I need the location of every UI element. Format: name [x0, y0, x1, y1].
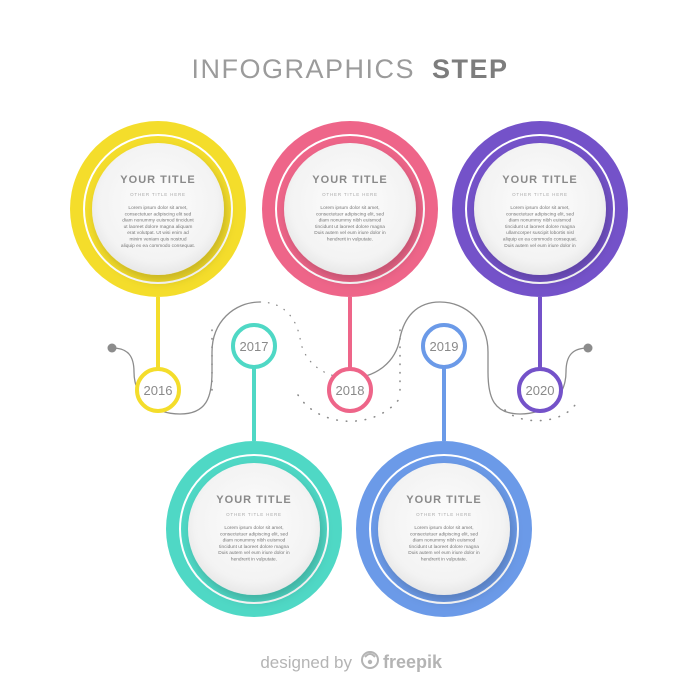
- step-body-line: aliquip ex ea commodo consequat.: [503, 237, 577, 243]
- designed-by-text: designed by: [260, 653, 352, 672]
- year-label: 2018: [336, 383, 365, 398]
- step-body-line: consectetuer adipiscing elit, sed: [506, 211, 574, 217]
- step-body-line: Lorem ipsum dolor sit amet,: [414, 525, 473, 531]
- step-title: YOUR TITLE: [120, 174, 195, 186]
- step-body-line: consectetuer adipiscing elit, sed: [316, 211, 384, 217]
- step-body-line: Lorem ipsum dolor sit amet,: [510, 205, 569, 211]
- step-3: YOUR TITLE OTHER TITLE HERE Lorem ipsum do…: [262, 121, 438, 413]
- step-body-line: tincidunt ut laoreet dolore magna: [409, 544, 479, 550]
- timeline-end-dot: [583, 343, 593, 353]
- step-body-line: Lorem ipsum dolor sit amet,: [128, 205, 187, 211]
- step-body-line: Duis autem vel eum iriure dolor in: [218, 550, 290, 556]
- step-body-line: erat volutpat. Ut wisi enim ad: [127, 230, 189, 236]
- step-body-line: ut laoreet dolore magna aliquam: [124, 224, 193, 230]
- step-body-line: ullamcorper suscipit lobortis nisl: [506, 230, 574, 236]
- step-body-line: diam nonummy nibh euismod: [413, 538, 476, 544]
- step-body-line: minim veniam quis nostrud: [129, 237, 186, 243]
- step-body-line: tincidunt ut laoreet dolore magna: [505, 224, 575, 230]
- step-body-line: aliquip ex ea commodo consequat.: [121, 243, 195, 249]
- infographic-canvas: INFOGRAPHICS STEP YOUR TITLE OTHER TITLE …: [70, 54, 628, 672]
- step-body-line: Duis autem vel eum iriure dolor in: [408, 550, 480, 556]
- timeline-start-dot: [107, 343, 117, 353]
- year-label: 2016: [144, 383, 173, 398]
- step-subtitle: OTHER TITLE HERE: [322, 192, 378, 197]
- step-body-line: diam nonummy nibh euismod: [223, 538, 286, 544]
- step-body-line: consectetuer adipiscing elit sed: [125, 211, 192, 217]
- step-body-line: diam nonummy nibh euismod: [509, 218, 572, 224]
- step-1: YOUR TITLE OTHER TITLE HERE Lorem ipsum do…: [70, 121, 246, 413]
- step-body-line: consectetuer adipiscing elit, sed: [410, 531, 478, 537]
- step-subtitle: OTHER TITLE HERE: [130, 192, 186, 197]
- step-body-line: hendrerit in vulputate.: [231, 557, 277, 563]
- step-body-line: tincidunt ut laoreet dolore magna: [219, 544, 289, 550]
- step-title: YOUR TITLE: [406, 494, 481, 506]
- step-body-line: hendrerit in vulputate.: [421, 557, 467, 563]
- step-4: YOUR TITLE OTHER TITLE HERE Lorem ipsum do…: [356, 323, 532, 617]
- step-2: YOUR TITLE OTHER TITLE HERE Lorem ipsum do…: [166, 323, 342, 617]
- title-light: INFOGRAPHICS: [191, 54, 415, 84]
- year-label: 2017: [240, 339, 269, 354]
- step-body-line: diam nonummy nibh euismod: [319, 218, 382, 224]
- title-bold: STEP: [432, 54, 509, 84]
- year-label: 2019: [430, 339, 459, 354]
- step-title: YOUR TITLE: [216, 494, 291, 506]
- step-title: YOUR TITLE: [502, 174, 577, 186]
- step-title: YOUR TITLE: [312, 174, 387, 186]
- step-subtitle: OTHER TITLE HERE: [416, 512, 472, 517]
- step-body-line: Duis autem vel eum iriure dolor in: [504, 243, 576, 249]
- step-body-line: consectetuer adipiscing elit, sed: [220, 531, 288, 537]
- step-body-line: tincidunt ut laoreet dolore magna: [315, 224, 385, 230]
- step-5: YOUR TITLE OTHER TITLE HERE Lorem ipsum do…: [452, 121, 628, 413]
- step-subtitle: OTHER TITLE HERE: [512, 192, 568, 197]
- step-body-line: Lorem ipsum dolor sit amet,: [320, 205, 379, 211]
- step-body-line: hendrerit in vulputate.: [327, 237, 373, 243]
- step-body-line: diam nonummy euismod tincidunt: [122, 218, 194, 224]
- footer-credit: designed by freepik: [260, 651, 443, 672]
- step-body-line: Duis autem vel eum iriure dolor in: [314, 230, 386, 236]
- step-subtitle: OTHER TITLE HERE: [226, 512, 282, 517]
- page-title: INFOGRAPHICS STEP: [191, 54, 508, 84]
- freepik-logo-icon: [361, 651, 379, 669]
- step-body-line: Lorem ipsum dolor sit amet,: [224, 525, 283, 531]
- freepik-brand-text: freepik: [383, 652, 443, 672]
- year-label: 2020: [526, 383, 555, 398]
- steps-layer: YOUR TITLE OTHER TITLE HERE Lorem ipsum do…: [70, 121, 628, 617]
